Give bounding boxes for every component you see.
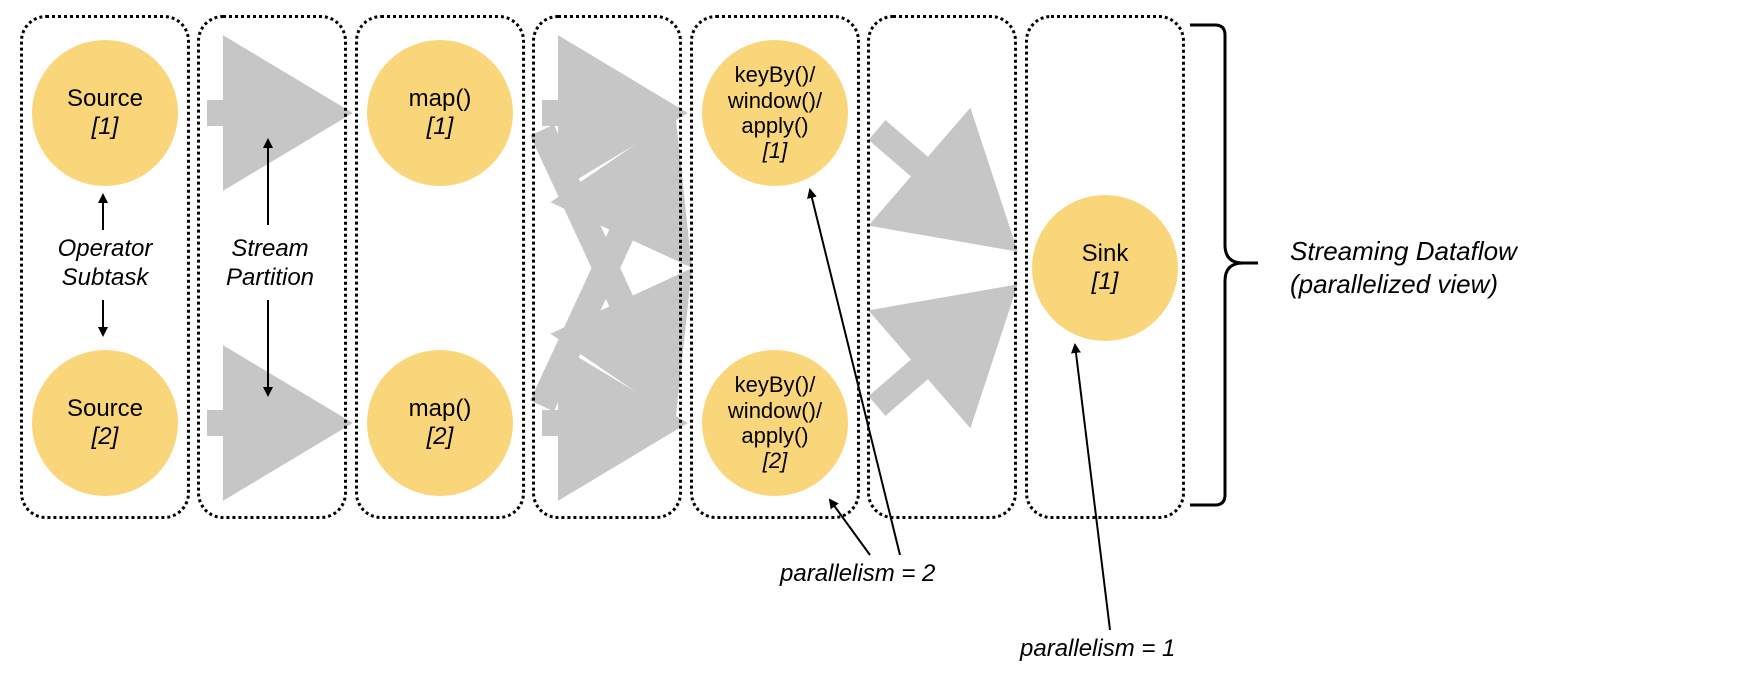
node-index: [2] (92, 423, 119, 450)
node-line1: keyBy()/ (735, 62, 816, 87)
label-stream-partition: Stream Partition (215, 235, 325, 293)
node-map-2: map()[2] (367, 350, 513, 496)
node-keyby-1: keyBy()/ window()/ apply() [1] (702, 40, 848, 186)
diagram-stage: Source[1] Source[2] map()[1] map()[2] ke… (0, 0, 1754, 686)
node-label: map() (409, 85, 472, 112)
node-label: Source (67, 85, 143, 112)
column-stream2 (532, 15, 682, 519)
node-line3: apply() (741, 113, 808, 138)
node-line2: window()/ (728, 398, 822, 423)
label-parallelism-2: parallelism = 2 (780, 560, 1010, 589)
node-line3: apply() (741, 423, 808, 448)
node-line1: keyBy()/ (735, 372, 816, 397)
node-line2: window()/ (728, 88, 822, 113)
node-index: [1] (1092, 268, 1119, 295)
label-operator-subtask: Operator Subtask (45, 235, 165, 293)
node-index: [1] (92, 113, 119, 140)
node-index: [1] (763, 138, 787, 163)
node-index: [2] (427, 423, 454, 450)
node-sink-1: Sink[1] (1032, 195, 1178, 341)
node-keyby-2: keyBy()/ window()/ apply() [2] (702, 350, 848, 496)
node-index: [1] (427, 113, 454, 140)
label-parallelism-1: parallelism = 1 (1020, 635, 1250, 664)
column-stream3 (867, 15, 1017, 519)
node-label: Sink (1082, 240, 1129, 267)
label-right-title: Streaming Dataflow (parallelized view) (1290, 235, 1590, 300)
right-bracket (1190, 25, 1258, 505)
node-label: Source (67, 395, 143, 422)
node-map-1: map()[1] (367, 40, 513, 186)
node-label: map() (409, 395, 472, 422)
node-source-1: Source[1] (32, 40, 178, 186)
node-index: [2] (763, 448, 787, 473)
node-source-2: Source[2] (32, 350, 178, 496)
